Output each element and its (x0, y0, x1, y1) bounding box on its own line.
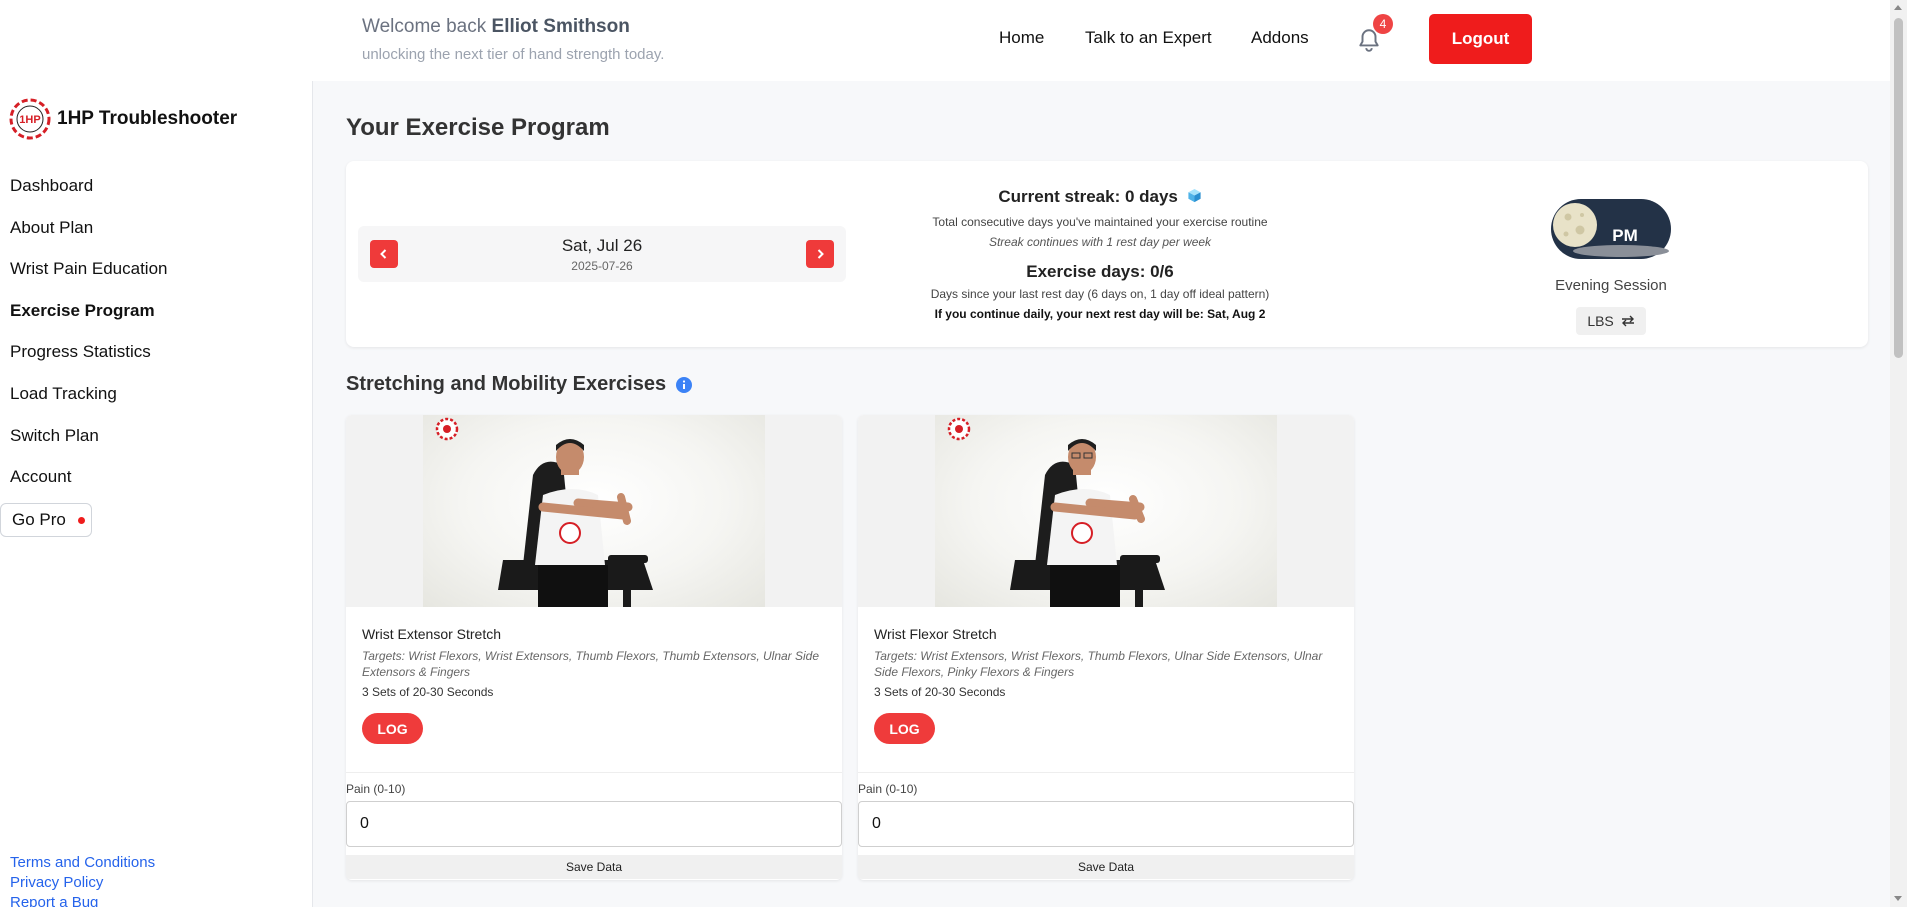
welcome-message: Welcome back Elliot Smithson (362, 16, 664, 38)
svg-text:PM: PM (1612, 226, 1638, 245)
card-divider (346, 772, 842, 773)
sidebar-item-wrist-pain-education[interactable]: Wrist Pain Education (10, 259, 167, 279)
report-bug-link[interactable]: Report a Bug (10, 894, 98, 907)
current-date: Sat, Jul 26 (561, 236, 643, 255)
svg-text:1HP: 1HP (19, 114, 40, 126)
exercise-name: Wrist Flexor Stretch (874, 626, 997, 642)
scroll-up-arrow-icon[interactable] (1894, 5, 1902, 10)
exercise-targets: Targets: Wrist Extensors, Wrist Flexors,… (874, 649, 1323, 679)
next-rest-day: If you continue daily, your next rest da… (880, 307, 1320, 321)
brand[interactable]: 1HP 1HP Troubleshooter (9, 98, 237, 140)
go-pro-button[interactable]: Go Pro (0, 503, 92, 537)
exercise-targets: Targets: Wrist Flexors, Wrist Extensors,… (362, 649, 820, 679)
pain-input[interactable] (858, 801, 1354, 847)
welcome-subtitle: unlocking the next tier of hand strength… (362, 46, 665, 63)
log-button[interactable]: LOG (874, 713, 935, 744)
sidebar: 1HP 1HP Troubleshooter Dashboard About P… (0, 81, 313, 907)
streak-note: Streak continues with 1 rest day per wee… (988, 235, 1212, 249)
sidebar-item-load-tracking[interactable]: Load Tracking (10, 384, 117, 404)
go-pro-indicator-dot (77, 516, 85, 524)
sidebar-item-exercise-program[interactable]: Exercise Program (10, 301, 155, 321)
exercise-card: Wrist Flexor Stretch Targets: Wrist Exte… (858, 415, 1354, 880)
ice-cube-icon (1188, 188, 1201, 203)
current-date-iso: 2025-07-26 (571, 259, 633, 273)
exercise-sets: 3 Sets of 20-30 Seconds (874, 685, 1006, 699)
privacy-link[interactable]: Privacy Policy (10, 874, 103, 891)
unit-label: LBS (1587, 313, 1614, 329)
date-navigator: Sat, Jul 26 2025-07-26 (358, 226, 846, 282)
exercise-card: Wrist Extensor Stretch Targets: Wrist Fl… (346, 415, 842, 880)
welcome-prefix: Welcome back (362, 16, 487, 37)
nav-talk-to-expert[interactable]: Talk to an Expert (1085, 28, 1212, 48)
pain-label: Pain (0-10) (346, 782, 406, 796)
exercise-sets: 3 Sets of 20-30 Seconds (362, 685, 494, 699)
pain-label: Pain (0-10) (858, 782, 918, 796)
exercise-thumbnail[interactable] (935, 415, 1277, 607)
exercise-thumbnail[interactable] (423, 415, 765, 607)
terms-link[interactable]: Terms and Conditions (10, 854, 155, 871)
sidebar-item-dashboard[interactable]: Dashboard (10, 176, 93, 196)
streak-description: Total consecutive days you've maintained… (932, 215, 1268, 229)
save-data-button[interactable]: Save Data (858, 855, 1354, 879)
nav-addons[interactable]: Addons (1251, 28, 1309, 48)
sidebar-item-progress-statistics[interactable]: Progress Statistics (10, 342, 151, 362)
next-rest-day-prefix: If you continue daily, your next rest da… (934, 307, 1204, 321)
go-pro-label: Go Pro (12, 510, 66, 529)
exercise-days-title: Exercise days: 0/6 (1026, 262, 1174, 281)
exercise-name: Wrist Extensor Stretch (362, 626, 502, 642)
pain-input[interactable] (346, 801, 842, 847)
card-divider (858, 772, 1354, 773)
page-title: Your Exercise Program (346, 114, 610, 141)
current-streak: Current streak: 0 days (880, 187, 1320, 207)
info-icon[interactable] (676, 376, 693, 393)
person-stretch-illustration (435, 417, 653, 607)
sidebar-item-about-plan[interactable]: About Plan (10, 218, 93, 238)
streak-card: Sat, Jul 26 2025-07-26 Current streak: 0… (346, 161, 1868, 347)
log-button[interactable]: LOG (362, 713, 423, 744)
logout-button[interactable]: Logout (1429, 14, 1532, 64)
unit-toggle-button[interactable]: LBS (1576, 307, 1646, 335)
save-data-button[interactable]: Save Data (346, 855, 842, 879)
scroll-down-arrow-icon[interactable] (1894, 896, 1902, 901)
exercise-video[interactable] (346, 415, 842, 607)
nav-home[interactable]: Home (999, 28, 1044, 48)
page-scrollbar[interactable] (1890, 0, 1907, 907)
top-header: Welcome back Elliot Smithson unlocking t… (0, 0, 1890, 81)
next-rest-day-date: Sat, Aug 2 (1207, 307, 1266, 321)
session-toggle[interactable]: PM (1551, 199, 1671, 259)
brand-name: 1HP Troubleshooter (57, 108, 238, 129)
sidebar-item-account[interactable]: Account (10, 467, 71, 487)
chevron-right-icon (817, 249, 824, 259)
welcome-block: Welcome back Elliot Smithson unlocking t… (362, 16, 664, 63)
person-stretch-illustration (947, 417, 1165, 607)
swap-arrows-icon (1621, 315, 1634, 327)
sidebar-item-switch-plan[interactable]: Switch Plan (10, 426, 99, 446)
scrollbar-thumb[interactable] (1894, 18, 1903, 358)
brand-logo-icon: 1HP (9, 98, 51, 140)
section-title: Stretching and Mobility Exercises (346, 373, 693, 396)
user-name: Elliot Smithson (491, 16, 630, 37)
next-day-button[interactable] (806, 240, 834, 268)
session-label: Evening Session (1555, 277, 1667, 294)
exercise-days-description: Days since your last rest day (6 days on… (930, 287, 1270, 301)
notification-count-badge: 4 (1373, 14, 1393, 34)
exercise-video[interactable] (858, 415, 1354, 607)
section-title-text: Stretching and Mobility Exercises (346, 373, 667, 395)
current-streak-title: Current streak: 0 days (998, 187, 1178, 206)
